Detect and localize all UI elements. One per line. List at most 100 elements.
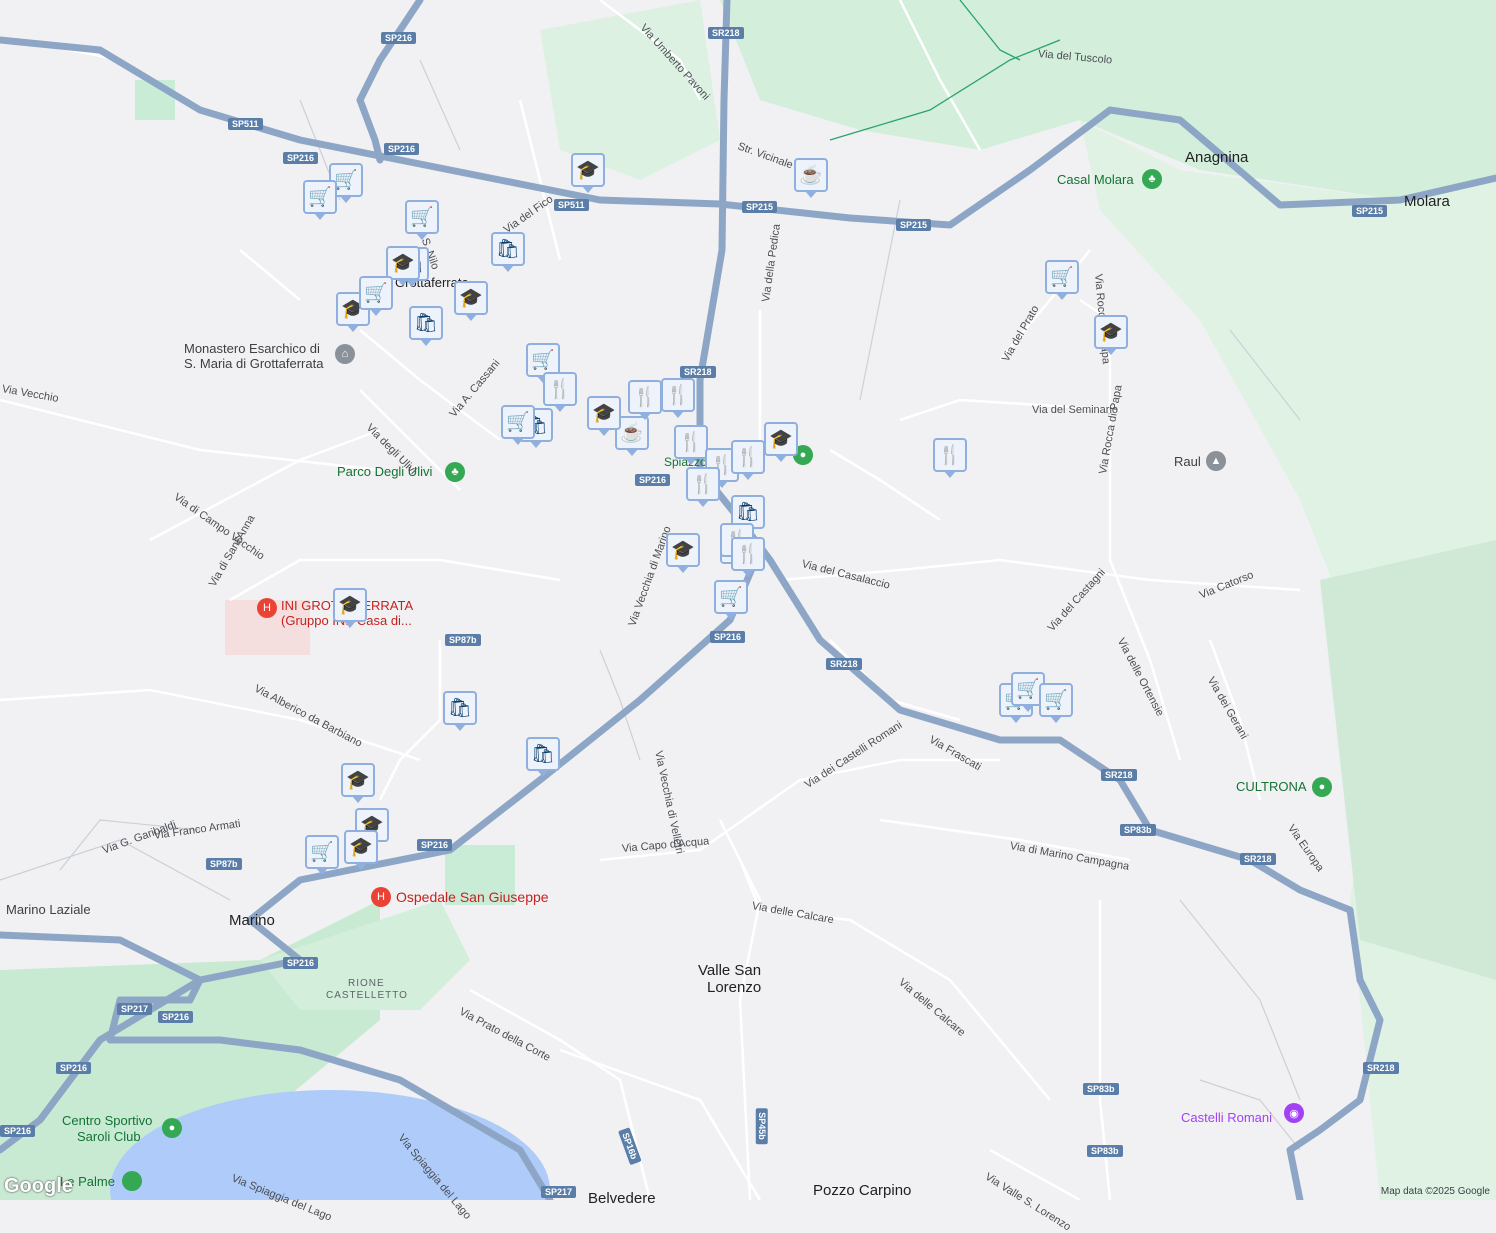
place-icon: ●: [1318, 781, 1326, 793]
camera-icon: ◉: [1289, 1107, 1299, 1120]
restaurant-icon: 🍴: [548, 379, 572, 400]
road-shield: SP216: [158, 1011, 194, 1023]
restaurant-icon: 🍴: [691, 474, 715, 495]
cart-marker[interactable]: 🛒: [303, 180, 337, 220]
poi-label-parco-degli-ulivi[interactable]: Parco Degli Ulivi: [337, 464, 432, 479]
road-shield: SP216: [384, 143, 420, 155]
school-icon: 🎓: [391, 253, 415, 274]
restaurant-icon: 🍴: [666, 385, 690, 406]
restaurant-marker[interactable]: 🍴: [628, 380, 662, 420]
school-marker[interactable]: 🎓: [341, 763, 375, 803]
place-label-molara: Molara: [1404, 193, 1450, 210]
cart-icon: 🛒: [1050, 267, 1074, 288]
restaurant-icon: 🍴: [633, 387, 657, 408]
school-marker[interactable]: 🎓: [386, 246, 420, 286]
road-shield: SP217: [117, 1003, 153, 1015]
poi-label-casal-molara[interactable]: Casal Molara: [1057, 172, 1134, 187]
cart-icon: 🛒: [334, 170, 358, 191]
poi-label-marino-laziale[interactable]: Marino Laziale: [6, 902, 91, 917]
restaurant-marker[interactable]: 🍴: [731, 440, 765, 480]
poi-label-cultrona[interactable]: CULTRONA: [1236, 779, 1307, 794]
restaurant-marker[interactable]: 🍴: [674, 425, 708, 465]
cart-marker[interactable]: 🛒: [1045, 260, 1079, 300]
place-label-belvedere: Belvedere: [588, 1190, 656, 1207]
restaurant-marker[interactable]: 🍴: [661, 378, 695, 418]
road-shield: SR218: [826, 658, 862, 670]
road-shield: SP215: [742, 201, 778, 213]
cart-icon: 🛒: [719, 587, 743, 608]
school-icon: 🎓: [346, 770, 370, 791]
restaurant-icon: 🍴: [938, 445, 962, 466]
bag-marker[interactable]: 🛍: [491, 232, 525, 272]
cart-marker[interactable]: 🛒: [1039, 683, 1073, 723]
map-attribution[interactable]: Map data ©2025 Google: [1381, 1186, 1490, 1197]
school-marker[interactable]: 🎓: [1094, 315, 1128, 355]
road-shield: SP83b: [1120, 824, 1156, 836]
cafe-icon: ☕: [799, 165, 823, 186]
place-label-valle-san-lorenzo-2: Lorenzo: [707, 979, 762, 996]
school-marker[interactable]: 🎓: [571, 153, 605, 193]
school-marker[interactable]: 🎓: [587, 396, 621, 436]
place-label-anagnina: Anagnina: [1185, 149, 1249, 166]
bag-marker[interactable]: 🛍: [443, 691, 477, 731]
school-marker[interactable]: 🎓: [333, 588, 367, 628]
place-label-pozzo-carpino: Pozzo Carpino: [813, 1182, 912, 1199]
restaurant-marker[interactable]: 🍴: [686, 467, 720, 507]
cart-icon: 🛒: [364, 283, 388, 304]
poi-label-ospedale-san-giuseppe[interactable]: Ospedale San Giuseppe: [396, 889, 549, 905]
poi-label-centro-sportivo[interactable]: Centro Sportivo: [62, 1113, 152, 1128]
bag-icon: 🛍: [495, 239, 521, 260]
road-shield: SP216: [56, 1062, 92, 1074]
cart-icon: 🛒: [310, 842, 334, 863]
sports-icon: ●: [168, 1122, 176, 1134]
school-marker[interactable]: 🎓: [344, 830, 378, 870]
restaurant-marker[interactable]: 🍴: [543, 372, 577, 412]
road-shield: SP216: [417, 839, 453, 851]
road-shield: SP511: [554, 199, 589, 211]
road-shield: SP216: [283, 957, 319, 969]
bag-marker[interactable]: 🛍: [526, 737, 560, 777]
cart-icon: 🛒: [410, 207, 434, 228]
road-shield: SP83b: [1087, 1145, 1123, 1157]
cart-marker[interactable]: 🛒: [305, 835, 339, 875]
road-shield: SP83b: [1083, 1083, 1119, 1095]
cart-icon: 🛒: [506, 412, 530, 433]
school-marker[interactable]: 🎓: [454, 281, 488, 321]
cart-marker[interactable]: 🛒: [501, 405, 535, 445]
poi-label-monastero-2[interactable]: S. Maria di Grottaferrata: [184, 356, 323, 371]
school-icon: 🎓: [671, 540, 695, 561]
restaurant-icon: 🍴: [679, 432, 703, 453]
school-marker[interactable]: 🎓: [764, 422, 798, 462]
cart-marker[interactable]: 🛒: [405, 200, 439, 240]
poi-label-monastero[interactable]: Monastero Esarchico di: [184, 341, 320, 356]
road-shield: SP45b: [755, 1108, 768, 1144]
bag-icon: 🛍: [735, 502, 761, 523]
road-shield: SP87b: [445, 634, 481, 646]
google-logo: Google: [4, 1175, 73, 1197]
restaurant-icon: 🍴: [736, 447, 760, 468]
restaurant-marker[interactable]: 🍴: [933, 438, 967, 478]
place-label-valle-san-lorenzo-1: Valle San: [698, 962, 762, 979]
cafe-marker[interactable]: ☕: [794, 158, 828, 198]
school-icon: 🎓: [349, 837, 373, 858]
school-marker[interactable]: 🎓: [666, 533, 700, 573]
cart-marker[interactable]: 🛒: [359, 276, 393, 316]
tree-icon: ♣: [451, 466, 459, 478]
museum-icon: ⌂: [341, 348, 349, 360]
poi-label-saroli-club[interactable]: Saroli Club: [77, 1129, 141, 1144]
road-shield: SP216: [710, 631, 746, 643]
school-icon: ▲: [1210, 455, 1222, 467]
bag-marker[interactable]: 🛍: [409, 306, 443, 346]
school-icon: 🎓: [592, 403, 616, 424]
restaurant-marker[interactable]: 🍴: [731, 537, 765, 577]
area-label-rione: RIONE: [348, 978, 385, 989]
poi-label-raul[interactable]: Raul: [1174, 454, 1201, 469]
cart-marker[interactable]: 🛒: [714, 580, 748, 620]
road-shield: SP216: [635, 474, 671, 486]
school-icon: 🎓: [1099, 322, 1123, 343]
map-canvas[interactable]: [0, 0, 1496, 1200]
school-icon: 🎓: [576, 160, 600, 181]
road-shield: SP216: [0, 1125, 36, 1137]
road-shield: SR218: [1240, 853, 1276, 865]
poi-label-castelli-romani[interactable]: Castelli Romani: [1181, 1110, 1272, 1125]
